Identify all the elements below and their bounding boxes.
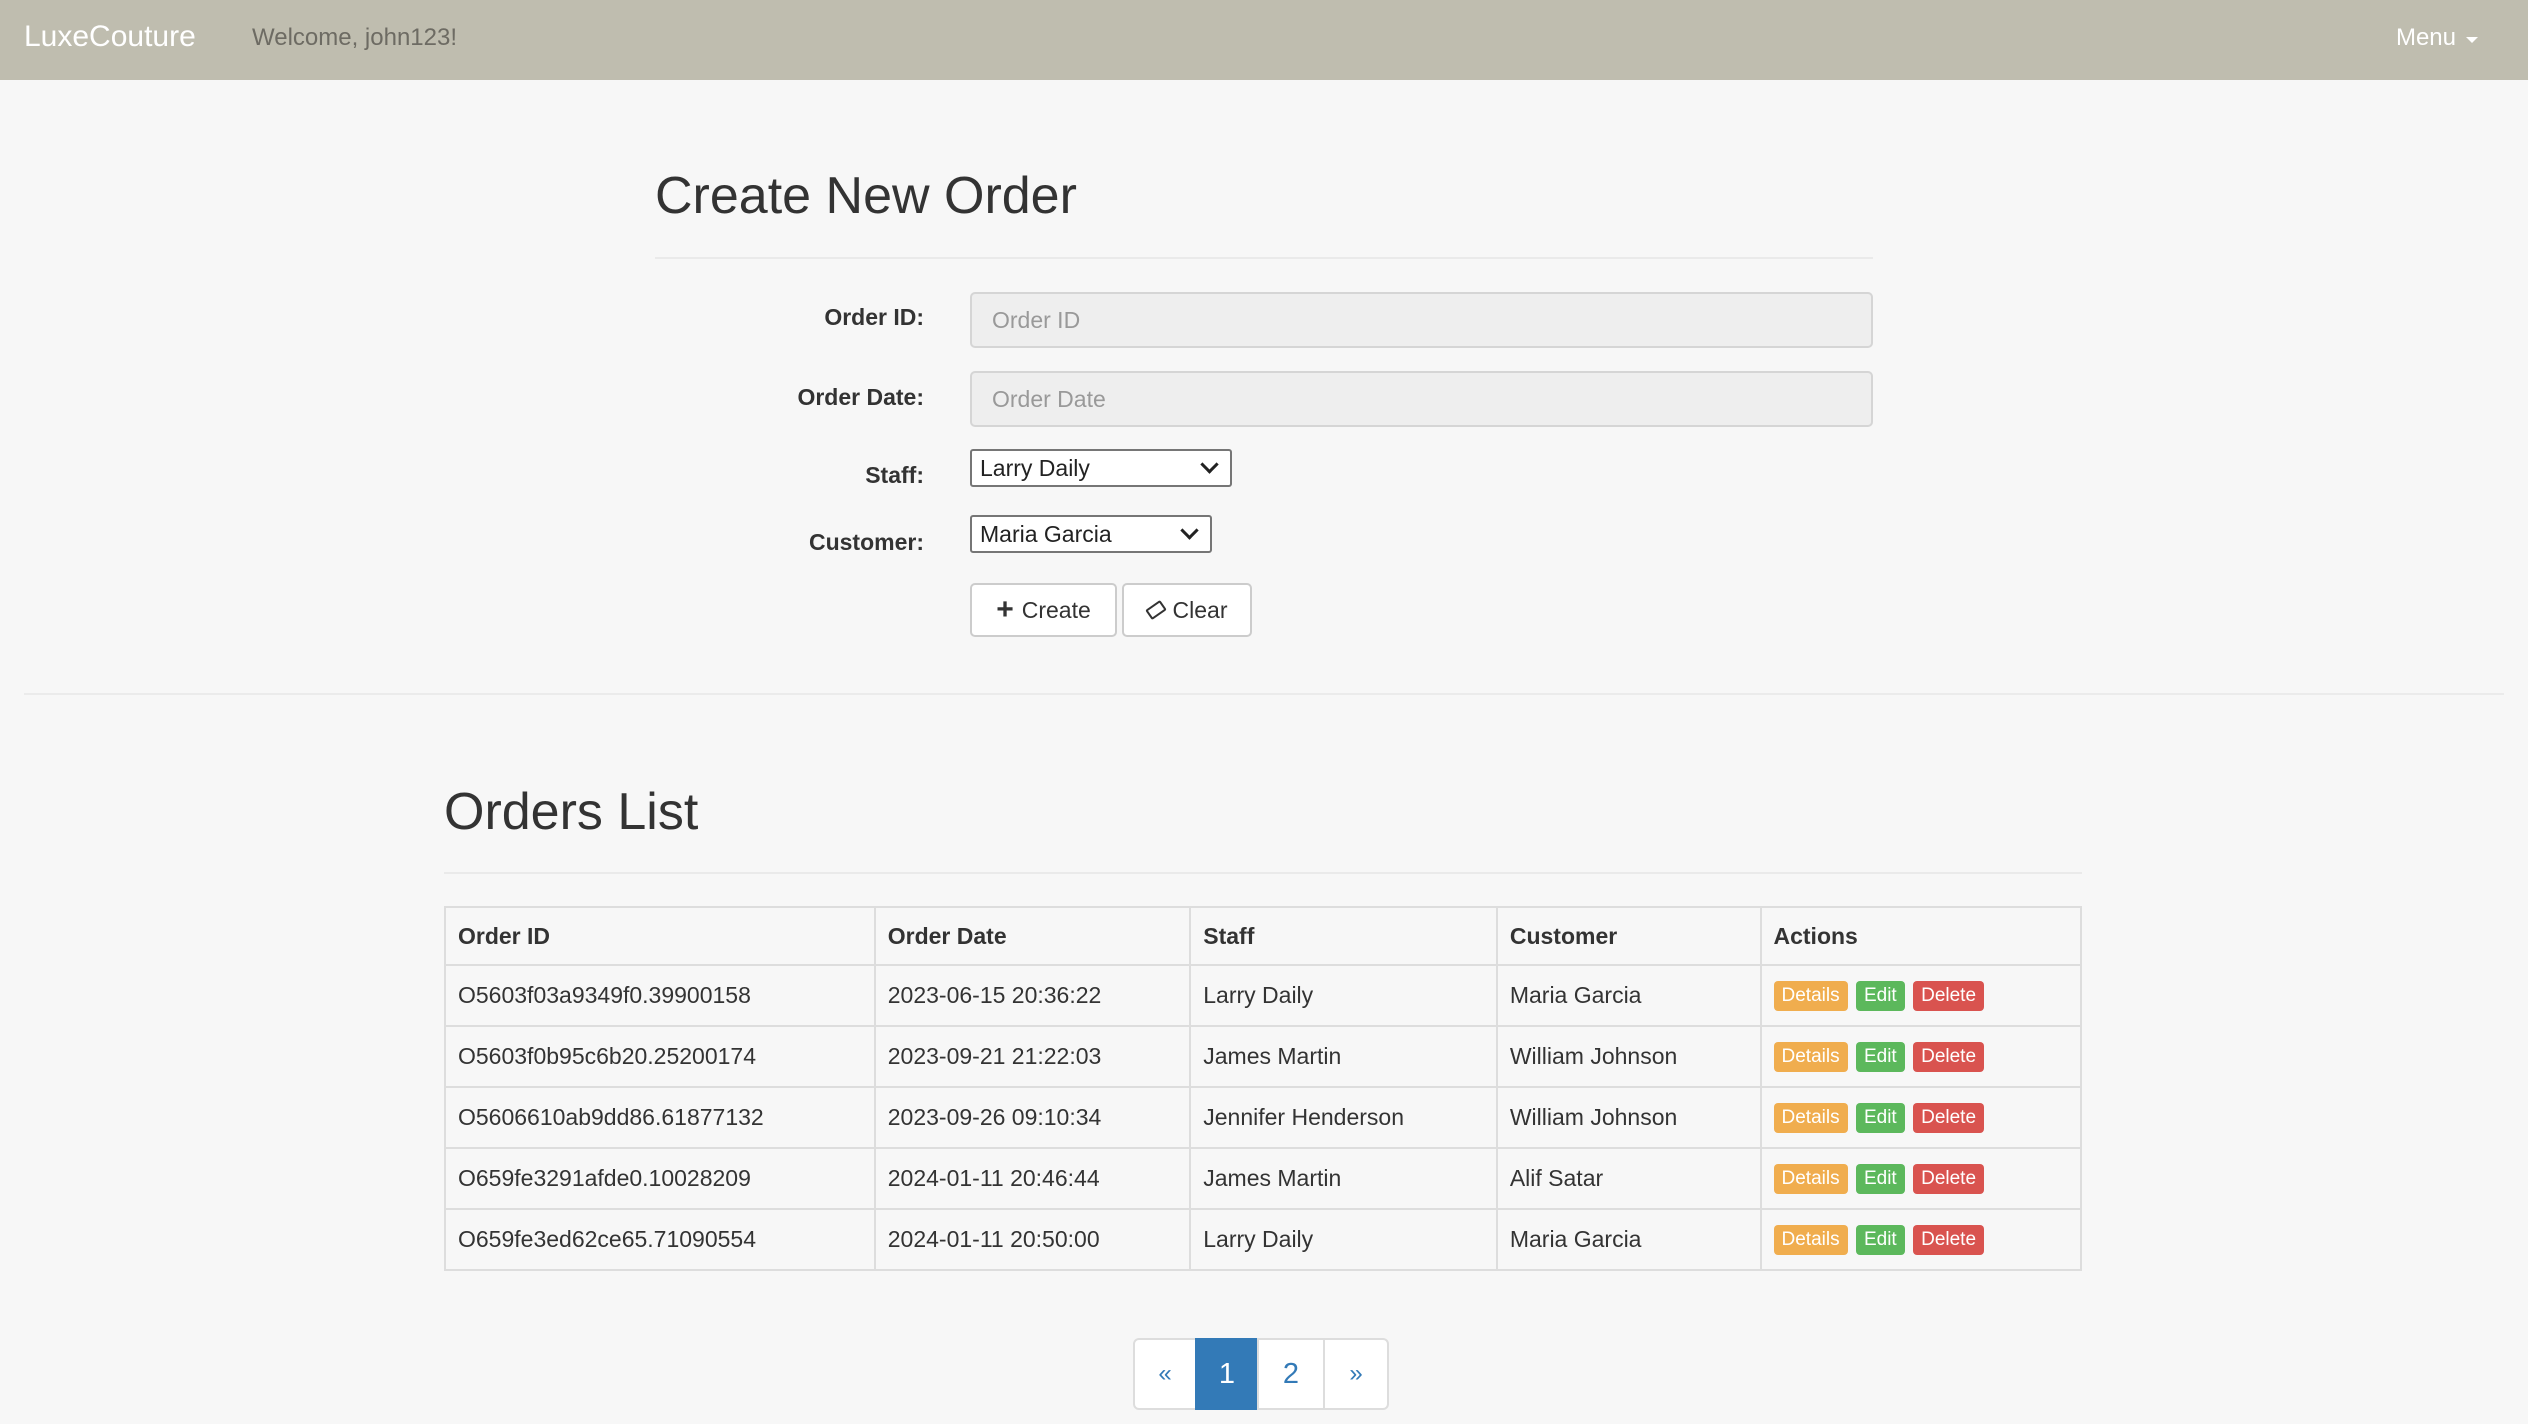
col-header-actions: Actions: [1759, 906, 2082, 966]
cell-order-date: 2023-09-21 21:22:03: [873, 1025, 1192, 1088]
orders-table: Order ID Order Date Staff Customer Actio…: [444, 906, 2082, 1271]
staff-select[interactable]: Larry Daily: [970, 449, 1232, 487]
cell-staff: James Martin: [1189, 1025, 1498, 1088]
delete-button[interactable]: Delete: [1913, 1224, 1985, 1256]
cell-order-id: O659fe3ed62ce65.71090554: [444, 1208, 876, 1271]
edit-button[interactable]: Edit: [1855, 1163, 1905, 1195]
col-header-order-id: Order ID: [444, 906, 876, 966]
customer-label: Customer:: [808, 529, 924, 555]
menu-label: Menu: [2395, 24, 2456, 51]
brand-logo[interactable]: LuxeCouture: [24, 20, 196, 54]
table-row: O5606610ab9dd86.61877132 2023-09-26 09:1…: [444, 1086, 2082, 1149]
chevron-down-icon: [1200, 454, 1219, 474]
order-date-input[interactable]: [970, 371, 1873, 427]
cell-customer: William Johnson: [1495, 1025, 1762, 1088]
pagination: « 1 2 »: [1133, 1338, 1389, 1410]
col-header-order-date: Order Date: [873, 906, 1192, 966]
cell-customer: Maria Garcia: [1495, 1208, 1762, 1271]
order-id-input[interactable]: [970, 292, 1873, 348]
cell-order-date: 2024-01-11 20:50:00: [873, 1208, 1192, 1271]
table-row: O659fe3ed62ce65.71090554 2024-01-11 20:5…: [444, 1208, 2082, 1271]
form-title: Create New Order: [655, 167, 1077, 225]
plus-icon: +: [996, 593, 1014, 626]
cell-staff: Larry Daily: [1189, 1208, 1498, 1271]
cell-customer: Alif Satar: [1495, 1147, 1762, 1210]
chevron-down-icon: [1180, 520, 1199, 540]
order-id-label: Order ID:: [824, 304, 924, 330]
cell-actions: Details Edit Delete: [1759, 1208, 2082, 1271]
edit-button[interactable]: Edit: [1855, 980, 1905, 1012]
cell-actions: Details Edit Delete: [1759, 1147, 2082, 1210]
create-button-label: Create: [1021, 596, 1091, 623]
orders-list-title: Orders List: [444, 783, 699, 841]
create-button[interactable]: + Create: [970, 583, 1117, 637]
cell-order-id: O5603f03a9349f0.39900158: [444, 964, 876, 1027]
pagination-page-1[interactable]: 1: [1195, 1338, 1259, 1410]
cell-order-date: 2023-06-15 20:36:22: [873, 964, 1192, 1027]
details-button[interactable]: Details: [1773, 1224, 1848, 1256]
cell-actions: Details Edit Delete: [1759, 964, 2082, 1027]
cell-staff: James Martin: [1189, 1147, 1498, 1210]
delete-button[interactable]: Delete: [1913, 980, 1985, 1012]
welcome-text: Welcome, john123!: [252, 24, 458, 51]
cell-staff: Larry Daily: [1189, 964, 1498, 1027]
col-header-staff: Staff: [1189, 906, 1498, 966]
delete-button[interactable]: Delete: [1913, 1102, 1985, 1134]
table-header-row: Order ID Order Date Staff Customer Actio…: [444, 906, 2082, 966]
customer-select[interactable]: Maria Garcia: [970, 515, 1212, 553]
details-button[interactable]: Details: [1773, 1163, 1848, 1195]
table-row: O659fe3291afde0.10028209 2024-01-11 20:4…: [444, 1147, 2082, 1210]
details-button[interactable]: Details: [1773, 1041, 1848, 1073]
cell-staff: Jennifer Henderson: [1189, 1086, 1498, 1149]
section-divider: [24, 693, 2504, 695]
top-navbar: LuxeCouture Welcome, john123! Menu: [0, 0, 2528, 80]
cell-order-id: O659fe3291afde0.10028209: [444, 1147, 876, 1210]
eraser-icon: [1144, 599, 1167, 621]
form-divider: [655, 257, 1873, 259]
customer-select-value: Maria Garcia: [980, 520, 1112, 547]
clear-button-label: Clear: [1172, 596, 1228, 623]
delete-button[interactable]: Delete: [1913, 1163, 1985, 1195]
delete-button[interactable]: Delete: [1913, 1041, 1985, 1073]
table-row: O5603f03a9349f0.39900158 2023-06-15 20:3…: [444, 964, 2082, 1027]
edit-button[interactable]: Edit: [1855, 1102, 1905, 1134]
cell-actions: Details Edit Delete: [1759, 1086, 2082, 1149]
list-divider: [444, 872, 2082, 874]
cell-customer: Maria Garcia: [1495, 964, 1762, 1027]
cell-order-date: 2024-01-11 20:46:44: [873, 1147, 1192, 1210]
edit-button[interactable]: Edit: [1855, 1041, 1905, 1073]
col-header-customer: Customer: [1495, 906, 1762, 966]
cell-order-id: O5606610ab9dd86.61877132: [444, 1086, 876, 1149]
pagination-prev[interactable]: «: [1133, 1338, 1197, 1410]
details-button[interactable]: Details: [1773, 1102, 1848, 1134]
edit-button[interactable]: Edit: [1855, 1224, 1905, 1256]
staff-label: Staff:: [865, 462, 924, 488]
clear-button[interactable]: Clear: [1122, 583, 1252, 637]
caret-down-icon: [2466, 36, 2478, 43]
pagination-next[interactable]: »: [1323, 1338, 1389, 1410]
order-date-label: Order Date:: [797, 384, 924, 410]
menu-dropdown[interactable]: Menu: [2396, 24, 2478, 52]
cell-order-date: 2023-09-26 09:10:34: [873, 1086, 1192, 1149]
staff-select-value: Larry Daily: [980, 454, 1090, 481]
details-button[interactable]: Details: [1773, 980, 1848, 1012]
cell-customer: William Johnson: [1495, 1086, 1762, 1149]
cell-order-id: O5603f0b95c6b20.25200174: [444, 1025, 876, 1088]
pagination-page-2[interactable]: 2: [1257, 1338, 1325, 1410]
table-row: O5603f0b95c6b20.25200174 2023-09-21 21:2…: [444, 1025, 2082, 1088]
cell-actions: Details Edit Delete: [1759, 1025, 2082, 1088]
